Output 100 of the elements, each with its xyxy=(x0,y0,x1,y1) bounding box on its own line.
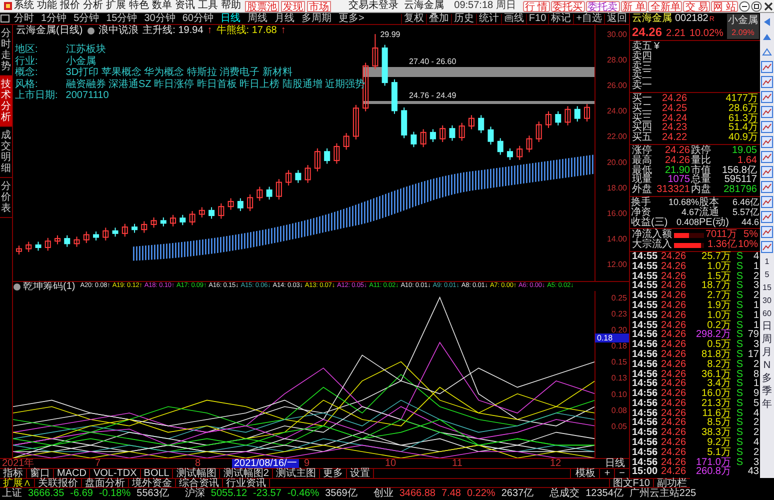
trade-price: 24.26 xyxy=(661,300,688,311)
trade-time: 14:56 xyxy=(632,408,659,418)
trade-time: 14:55 xyxy=(632,252,659,262)
trade-side: S xyxy=(735,300,743,311)
bid-label: 买四 xyxy=(632,123,653,134)
stat-label: 流通 xyxy=(699,208,719,218)
clock: 09:57:18 周日 xyxy=(454,0,516,12)
trade-volume: 1.5万 xyxy=(707,272,731,282)
stock-name: 云海金属 xyxy=(632,14,672,24)
ask-label: 卖四 xyxy=(632,52,652,62)
trade-volume: 0.5万 xyxy=(707,340,731,350)
stat-value: 1075 xyxy=(668,175,691,186)
trade-side: S xyxy=(735,262,743,272)
stat-label: 跌停 xyxy=(691,146,712,156)
trade-price: 24.26 xyxy=(661,281,688,292)
trade-volume: 21.3万 xyxy=(700,398,731,409)
stat-value: 24.26 xyxy=(664,146,691,156)
trade-volume: 11.6万 xyxy=(701,408,731,418)
info-value: 20071110 xyxy=(66,91,110,102)
trade-price: 24.26 xyxy=(661,370,688,380)
trade-side: S xyxy=(735,418,743,428)
trade-volume: 16.0万 xyxy=(700,389,731,399)
trade-volume: 81.8万 xyxy=(700,350,731,360)
server-name: 广州云主站225 xyxy=(629,489,696,499)
trade-price: 24.26 xyxy=(661,340,688,350)
trade-count: 4 xyxy=(752,252,759,262)
stock-code: 002182 xyxy=(675,14,708,24)
trade-side: S xyxy=(735,350,743,360)
trade-time: 15:00 xyxy=(632,467,659,478)
trade-time: 14:56 xyxy=(632,428,659,438)
trend-arrow: ↑ xyxy=(207,26,212,36)
axis-label: 20.00 xyxy=(606,158,627,167)
trade-count: 2 xyxy=(752,418,759,428)
axis-label: 16.00 xyxy=(606,208,627,218)
axis-label: 30.00 xyxy=(606,30,627,39)
trade-time: 14:55 xyxy=(632,281,659,292)
stat-label: 收益(三) xyxy=(631,218,668,228)
trade-price: 24.26 xyxy=(661,408,688,418)
trade-volume: 5.1万 xyxy=(707,448,731,458)
index-value: 5055.12 xyxy=(210,489,248,499)
trend-arrow: ↑ xyxy=(280,26,286,36)
info-value: 小金属 xyxy=(66,56,97,66)
trade-count: 9 xyxy=(752,389,759,399)
flow-percent: 10% xyxy=(738,240,758,250)
trade-price: 24.26 xyxy=(661,448,688,458)
trade-time: 14:55 xyxy=(632,320,659,330)
indicator-name: 浪中说浪 xyxy=(98,26,139,36)
trade-count: 2 xyxy=(752,448,759,458)
total-label: 总成交 xyxy=(550,489,580,499)
trade-price: 24.26 xyxy=(661,262,688,272)
trade-side: S xyxy=(735,398,743,409)
stat-value: 24.26 xyxy=(664,156,691,166)
index-percent: 0.22% xyxy=(466,489,496,499)
trade-side: S xyxy=(735,330,743,340)
stat-label: 市值 xyxy=(691,166,712,176)
ask-label: 卖三 xyxy=(632,62,652,72)
trade-time: 14:56 xyxy=(632,340,659,350)
trade-side: S xyxy=(735,428,743,438)
chart-title: 云海金属(日线) xyxy=(16,26,83,36)
axis-label: 24.00 xyxy=(606,106,627,116)
ask-label: 卖五 xyxy=(632,42,652,52)
bid-price: 24.24 xyxy=(662,114,688,124)
index-amount: 5563亿 xyxy=(136,489,169,499)
trade-side: S xyxy=(735,272,743,282)
index-change: -23.57 xyxy=(253,489,282,499)
total-value: 12354亿 xyxy=(586,489,624,499)
cursor-date-label: 2021/08/16/一 xyxy=(232,459,299,468)
date-label: 11 xyxy=(452,459,462,468)
index-change: 7.48 xyxy=(442,489,461,499)
trade-count: 17 xyxy=(746,350,759,360)
trade-price: 24.26 xyxy=(661,320,688,330)
flow-percent: 5% xyxy=(744,230,758,240)
trade-volume: 3.4万 xyxy=(707,379,731,390)
stat-label: 股本 xyxy=(699,198,720,208)
trade-price: 24.26 xyxy=(661,458,688,468)
trade-price: 24.26 xyxy=(661,272,688,282)
trade-volume: 8.5万 xyxy=(707,418,731,428)
stat-value: 6.46亿 xyxy=(731,198,759,208)
trade-time: 14:56 xyxy=(632,350,659,360)
stat-label: 净资 xyxy=(631,208,651,218)
trade-side: S xyxy=(735,458,743,468)
trade-side: S xyxy=(735,408,743,418)
trade-volume: 0.2万 xyxy=(707,320,731,330)
trade-side: S xyxy=(735,281,743,292)
trade-count: 3 xyxy=(753,340,759,350)
trade-count: 3 xyxy=(752,281,759,292)
stat-value: 21.90 xyxy=(664,166,691,176)
trade-time: 14:55 xyxy=(632,262,659,272)
trade-count: 1 xyxy=(752,310,759,321)
stat-label: PE(动) xyxy=(699,218,728,228)
axis-label: 0.15 xyxy=(611,358,627,367)
percent-change: 10.02% xyxy=(690,29,724,39)
trade-side: S xyxy=(735,310,743,321)
trade-volume: 8.2万 xyxy=(707,360,731,370)
bid-volume: 61.3万 xyxy=(728,114,758,124)
stat-label: 涨停 xyxy=(632,146,653,156)
zone-label: 24.76 - 24.49 xyxy=(408,92,458,100)
trade-volume: 18.7万 xyxy=(700,281,731,292)
index-change: -6.69 xyxy=(70,489,93,499)
axis-label: 0.10 xyxy=(611,390,627,399)
